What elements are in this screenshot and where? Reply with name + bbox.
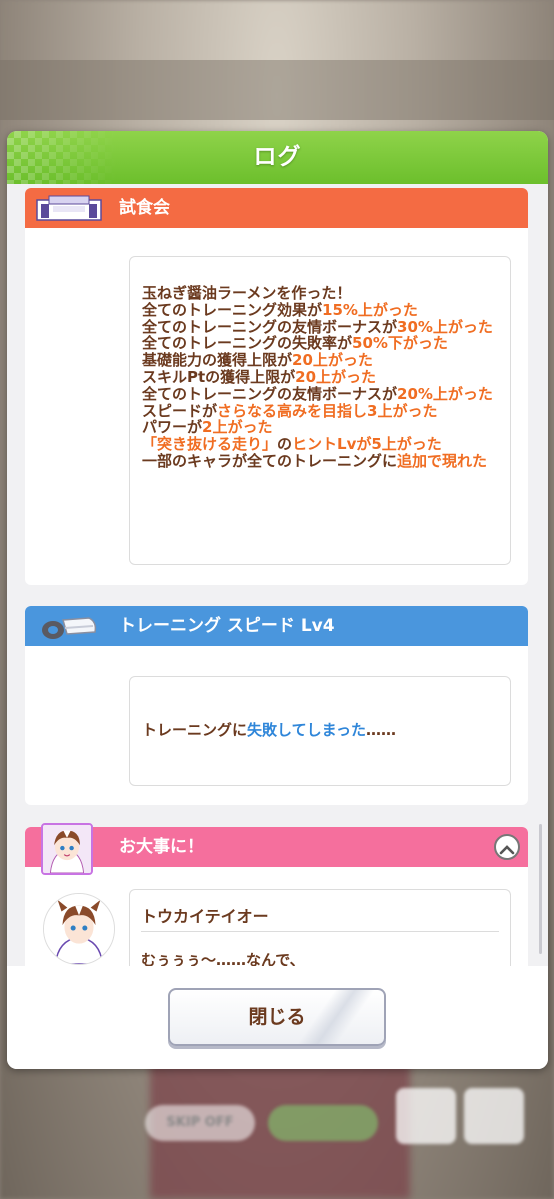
speaker-divider xyxy=(141,931,499,932)
log-entry-title: トレーニング スピード Lv4 xyxy=(119,616,335,636)
log-line: 玉ねぎ醤油ラーメンを作った！ xyxy=(142,285,498,302)
chevron-up-icon xyxy=(499,845,515,855)
log-entry-event: お大事に！ トウカイテイオー むぅぅぅ～……なんで、 xyxy=(25,823,528,966)
log-line: 全てのトレーニングの友情ボーナスが20%上がった xyxy=(142,384,498,403)
log-entry-header: お大事に！ xyxy=(25,823,528,875)
running-shoes-icon xyxy=(42,617,97,639)
log-highlight-text: 30%上がった xyxy=(397,317,493,336)
log-text: 玉ねぎ醤油ラーメンを作った！ xyxy=(142,284,352,302)
background-green-button xyxy=(268,1105,378,1141)
log-line: 全てのトレーニングの失敗率が50%下がった xyxy=(142,335,498,352)
log-menu-icon xyxy=(396,1088,456,1144)
log-line: 全てのトレーニングの友情ボーナスが30%上がった xyxy=(142,317,498,336)
log-text: トレーニングに xyxy=(142,721,248,739)
log-text: 全てのトレーニングの友情ボーナスが xyxy=(142,317,398,336)
log-entry-tasting: 試食会 玉ねぎ醤油ラーメンを作った！ 全てのトレーニング効果が15%上がった 全ての… xyxy=(25,188,528,585)
log-text: 全てのトレーニングの友情ボーナスが xyxy=(142,384,398,403)
log-text-box: トレーニングに失敗してしまった…… xyxy=(129,676,511,786)
dialog-header: ログ xyxy=(7,131,548,184)
log-text: 基礎能力の獲得上限が xyxy=(142,351,293,370)
log-highlight-text: 20%上がった xyxy=(397,384,493,403)
log-entry-header: 試食会 xyxy=(25,188,528,228)
log-text: スピードが xyxy=(142,401,218,420)
dialogue-text: むぅぅぅ～……なんで、 xyxy=(141,951,305,966)
log-entry-training: トレーニング スピード Lv4 トレーニングに失敗してしまった…… xyxy=(25,606,528,805)
log-line: 一部のキャラが全てのトレーニングに追加で現れた xyxy=(142,453,498,470)
log-highlight-text: 20上がった xyxy=(292,351,373,370)
log-entry-title: お大事に！ xyxy=(119,837,204,857)
close-button[interactable]: 閉じる xyxy=(168,988,386,1046)
log-line: 「突き抜ける走り」のヒントLvが5上がった xyxy=(142,436,498,453)
log-highlight-text: 追加で現れた xyxy=(397,451,488,470)
header-pattern xyxy=(7,131,117,184)
log-line: スキルPtの獲得上限が20上がった xyxy=(142,369,498,386)
log-text: …… xyxy=(365,721,396,739)
log-line: パワーが2上がった xyxy=(142,419,498,436)
log-highlight-text: 2上がった xyxy=(202,418,273,437)
log-line: 基礎能力の獲得上限が20上がった xyxy=(142,352,498,369)
log-text: 一部のキャラが全てのトレーニングに xyxy=(142,451,398,470)
close-button-label: 閉じる xyxy=(248,1006,306,1028)
log-lines: 玉ねぎ醤油ラーメンを作った！ 全てのトレーニング効果が15%上がった 全てのトレーニ… xyxy=(130,257,510,470)
log-list[interactable]: 試食会 玉ねぎ醤油ラーメンを作った！ 全てのトレーニング効果が15%上がった 全ての… xyxy=(7,184,548,966)
skip-toggle-button: SKIP OFF xyxy=(145,1105,255,1141)
log-highlight-text: 20上がった xyxy=(295,367,377,386)
background-status-bar xyxy=(0,60,554,120)
log-line: スピードがさらなる高みを目指し3上がった xyxy=(142,401,498,420)
log-line: トレーニングに失敗してしまった…… xyxy=(142,722,498,739)
log-highlight-text: 50%下がった xyxy=(352,334,448,353)
speaker-avatar xyxy=(43,893,115,965)
log-highlight-text: ヒントLvが5上がった xyxy=(292,435,442,454)
log-highlight-text: 「突き抜ける走り」 xyxy=(142,435,278,454)
log-text: パワーが xyxy=(142,418,203,437)
speaker-name: トウカイテイオー xyxy=(141,907,269,926)
log-highlight-text: 15%上がった xyxy=(322,300,418,319)
log-text: 全てのトレーニングの失敗率が xyxy=(142,334,353,353)
shop-icon xyxy=(36,195,102,221)
dialog-footer: 閉じる xyxy=(7,966,548,1069)
log-text: スキルPtの獲得上限が xyxy=(142,367,296,386)
log-line: 全てのトレーニング効果が15%上がった xyxy=(142,300,498,319)
character-avatar xyxy=(41,823,93,875)
log-highlight-text: さらなる高みを目指し3上がった xyxy=(217,401,438,420)
log-highlight-text: 失敗してしまった xyxy=(247,721,366,739)
scrollbar[interactable] xyxy=(539,824,542,954)
collapse-button[interactable] xyxy=(494,834,520,860)
log-text: 全てのトレーニング効果が xyxy=(142,300,323,319)
log-text: の xyxy=(277,435,293,454)
log-entry-header: トレーニング スピード Lv4 xyxy=(25,606,528,646)
log-lines: トレーニングに失敗してしまった…… xyxy=(130,677,510,739)
log-entry-title: 試食会 xyxy=(119,198,170,218)
log-text-box: 玉ねぎ醤油ラーメンを作った！ 全てのトレーニング効果が15%上がった 全てのトレーニ… xyxy=(129,256,511,565)
hamburger-menu-icon xyxy=(464,1088,524,1144)
log-dialog: ログ 試食会 玉ねぎ醤油ラーメンを作った！ 全てのトレーニング効果が15%上がった… xyxy=(7,131,548,1069)
